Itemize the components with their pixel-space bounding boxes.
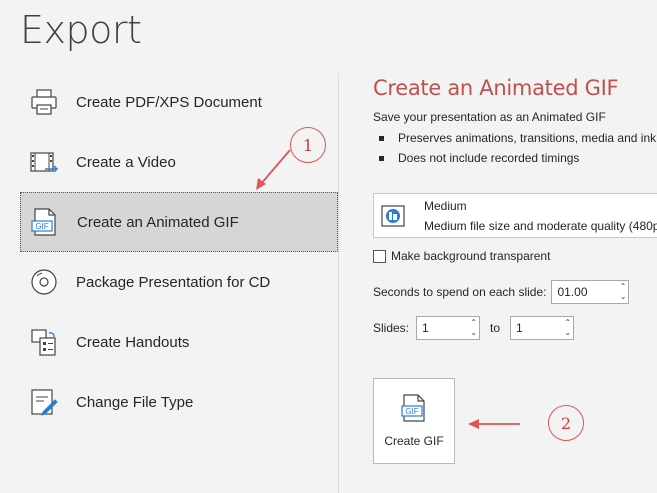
change-file-type-icon <box>28 386 60 418</box>
nav-item-create-gif[interactable]: GIF Create an Animated GIF <box>20 192 338 252</box>
divider <box>338 74 339 493</box>
nav-label: Change File Type <box>76 393 194 411</box>
slides-from-spinner[interactable]: 1 ⌃ ⌄ <box>416 316 481 340</box>
seconds-row: Seconds to spend on each slide: 01.00 ⌃ ⌄ <box>373 280 630 304</box>
nav-item-create-pdf[interactable]: Create PDF/XPS Document <box>20 72 338 132</box>
chevron-down-icon[interactable]: ⌄ <box>620 292 627 302</box>
seconds-value: 01.00 <box>557 285 588 299</box>
svg-text:GIF: GIF <box>35 222 48 231</box>
annotation-arrow-2 <box>468 419 520 429</box>
chevron-down-icon[interactable]: ⌄ <box>470 328 477 338</box>
seconds-label: Seconds to spend on each slide: <box>373 285 547 299</box>
nav-label: Package Presentation for CD <box>76 273 271 291</box>
spinner-buttons[interactable]: ⌃ ⌄ <box>564 318 571 338</box>
chevron-down-icon[interactable]: ⌄ <box>564 328 571 338</box>
checkbox-label: Make background transparent <box>391 249 551 263</box>
nav-label: Create a Video <box>76 153 176 171</box>
panel-title: Create an Animated GIF <box>373 76 619 100</box>
nav-item-change-file-type[interactable]: Change File Type <box>20 372 338 432</box>
nav-label: Create Handouts <box>76 333 190 351</box>
printer-icon <box>28 86 60 118</box>
quality-dropdown[interactable]: Medium Medium file size and moderate qua… <box>373 193 657 238</box>
quality-name: Medium <box>424 198 467 213</box>
spinner-buttons[interactable]: ⌃ ⌄ <box>470 318 477 338</box>
create-gif-label: Create GIF <box>384 434 444 448</box>
export-nav: Create PDF/XPS Document Create a Video G… <box>20 72 338 432</box>
video-icon <box>28 146 60 178</box>
slides-row: Slides: 1 ⌃ ⌄ to 1 ⌃ ⌄ <box>373 316 575 340</box>
list-item: Preserves animations, transitions, media… <box>373 128 657 148</box>
annotation-marker-1: 1 <box>290 127 326 163</box>
transparent-background-option[interactable]: Make background transparent <box>373 249 550 263</box>
quality-icon <box>378 203 408 229</box>
gif-panel: Create an Animated GIF Save your present… <box>373 76 657 168</box>
slides-to-spinner[interactable]: 1 ⌃ ⌄ <box>510 316 575 340</box>
slides-label: Slides: <box>373 321 410 335</box>
nav-label: Create PDF/XPS Document <box>76 93 262 111</box>
chevron-up-icon[interactable]: ⌃ <box>620 282 627 292</box>
annotation-marker-2: 2 <box>548 405 584 441</box>
page-title: Export <box>20 8 142 52</box>
quality-detail: Medium file size and moderate quality (4… <box>424 218 657 233</box>
chevron-up-icon[interactable]: ⌃ <box>470 318 477 328</box>
list-item: Does not include recorded timings <box>373 148 657 168</box>
create-gif-button[interactable]: GIF Create GIF <box>373 378 455 464</box>
gif-icon: GIF <box>29 206 61 238</box>
slides-to-value: 1 <box>516 321 523 335</box>
cd-icon <box>28 266 60 298</box>
seconds-spinner[interactable]: 01.00 ⌃ ⌄ <box>551 280 630 304</box>
svg-text:GIF: GIF <box>405 407 418 416</box>
feature-list: Preserves animations, transitions, media… <box>373 128 657 168</box>
panel-description: Save your presentation as an Animated GI… <box>373 110 606 124</box>
chevron-up-icon[interactable]: ⌃ <box>564 318 571 328</box>
nav-item-package-cd[interactable]: Package Presentation for CD <box>20 252 338 312</box>
transparent-checkbox[interactable] <box>373 249 386 263</box>
slides-to-label: to <box>490 321 501 335</box>
nav-label: Create an Animated GIF <box>77 213 239 231</box>
handouts-icon <box>28 326 60 358</box>
nav-item-create-handouts[interactable]: Create Handouts <box>20 312 338 372</box>
gif-icon: GIF <box>399 393 429 423</box>
spinner-buttons[interactable]: ⌃ ⌄ <box>620 282 627 302</box>
slides-from-value: 1 <box>422 321 429 335</box>
